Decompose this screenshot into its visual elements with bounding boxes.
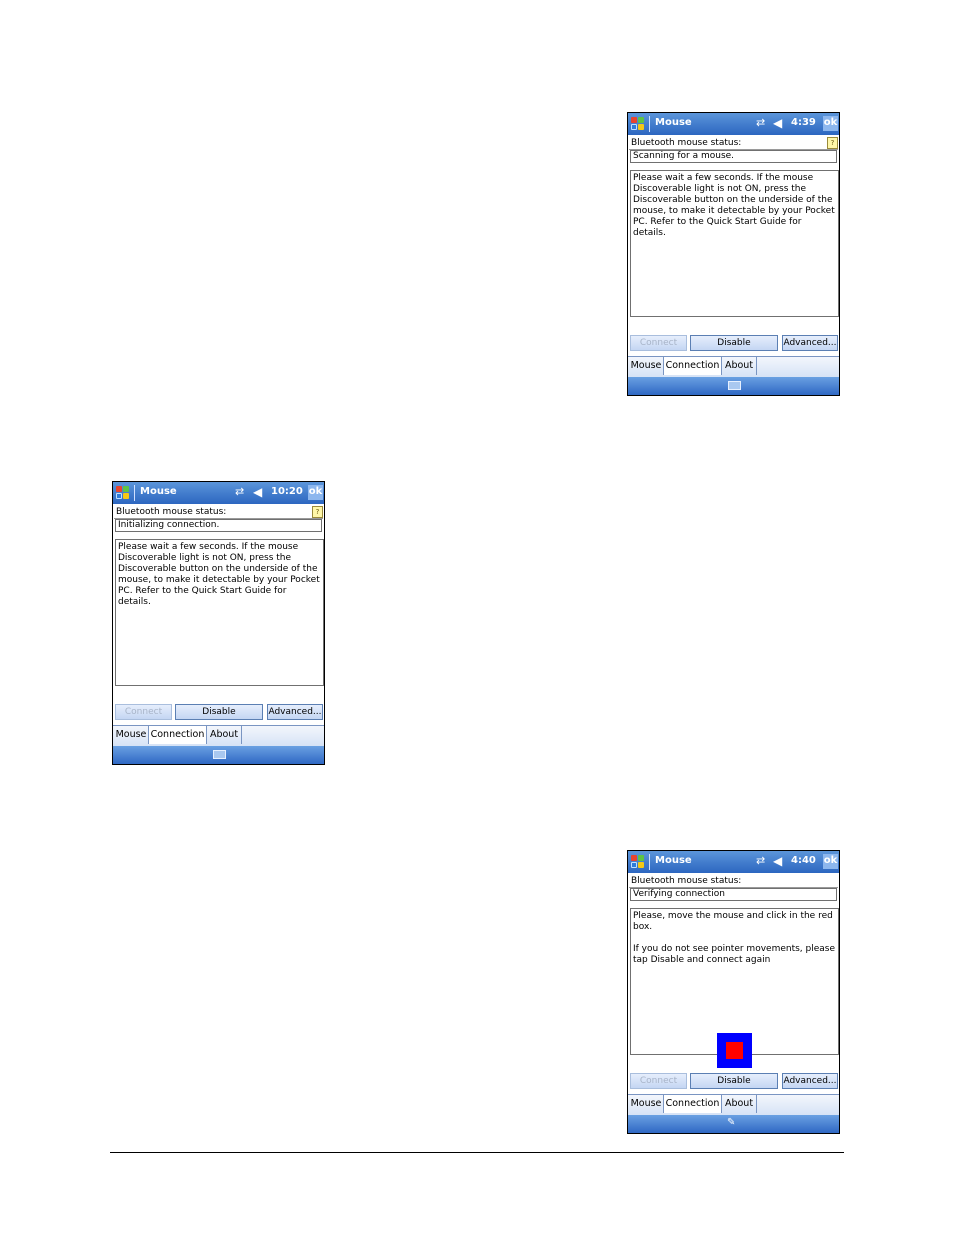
status-value: Scanning for a mouse. bbox=[630, 150, 837, 163]
speaker-muted-icon[interactable]: ◀ bbox=[773, 854, 782, 868]
tab-mouse[interactable]: Mouse bbox=[629, 1095, 664, 1113]
connect-button[interactable]: Connect bbox=[630, 1073, 687, 1089]
windows-start-icon[interactable] bbox=[630, 854, 646, 870]
ok-button[interactable]: ok bbox=[823, 854, 838, 869]
tab-connection[interactable]: Connection bbox=[664, 1095, 722, 1113]
title-bar: Mouse ⇄ ◀ 4:40 ok bbox=[628, 851, 839, 873]
click-target-center[interactable] bbox=[726, 1042, 743, 1059]
disable-button[interactable]: Disable bbox=[690, 1073, 778, 1089]
ok-button[interactable]: ok bbox=[823, 116, 838, 131]
advanced-button[interactable]: Advanced... bbox=[782, 335, 838, 351]
clock[interactable]: 10:20 bbox=[271, 486, 303, 497]
keyboard-icon[interactable] bbox=[728, 381, 741, 390]
status-label: Bluetooth mouse status: bbox=[631, 138, 742, 148]
input-bar: ✎ bbox=[628, 1115, 839, 1133]
status-value: Initializing connection. bbox=[115, 519, 322, 532]
tab-bar: Mouse Connection About bbox=[113, 725, 324, 746]
disable-button[interactable]: Disable bbox=[690, 335, 778, 351]
title-bar: Mouse ⇄ ◀ 10:20 ok bbox=[113, 482, 324, 504]
message-box: Please wait a few seconds. If the mouse … bbox=[630, 170, 839, 317]
title-separator bbox=[134, 485, 135, 501]
status-label: Bluetooth mouse status: bbox=[116, 507, 227, 517]
tab-connection[interactable]: Connection bbox=[664, 357, 722, 375]
tab-connection[interactable]: Connection bbox=[149, 726, 207, 744]
input-bar bbox=[628, 377, 839, 395]
click-target-box[interactable] bbox=[717, 1033, 752, 1068]
app-title: Mouse bbox=[140, 486, 177, 497]
message-text-2: If you do not see pointer movements, ple… bbox=[633, 944, 836, 965]
speaker-muted-icon[interactable]: ◀ bbox=[253, 485, 262, 499]
status-value: Verifying connection bbox=[630, 888, 837, 901]
input-bar bbox=[113, 746, 324, 764]
help-icon[interactable]: ? bbox=[827, 137, 838, 149]
pen-input-icon[interactable]: ✎ bbox=[727, 1117, 735, 1128]
windows-start-icon[interactable] bbox=[630, 116, 646, 132]
speaker-muted-icon[interactable]: ◀ bbox=[773, 116, 782, 130]
connect-button[interactable]: Connect bbox=[630, 335, 687, 351]
page-footer-rule bbox=[110, 1152, 844, 1153]
ok-button[interactable]: ok bbox=[308, 485, 323, 500]
tab-bar: Mouse Connection About bbox=[628, 1094, 839, 1115]
tab-bar: Mouse Connection About bbox=[628, 356, 839, 377]
tab-about[interactable]: About bbox=[722, 1095, 757, 1113]
tab-mouse[interactable]: Mouse bbox=[629, 357, 664, 375]
disable-button[interactable]: Disable bbox=[175, 704, 263, 720]
sync-arrows-icon[interactable]: ⇄ bbox=[756, 117, 765, 129]
advanced-button[interactable]: Advanced... bbox=[267, 704, 323, 720]
pocketpc-screen-scanning: Mouse ⇄ ◀ 4:39 ok Bluetooth mouse status… bbox=[627, 112, 840, 396]
help-icon[interactable]: ? bbox=[312, 506, 323, 518]
title-separator bbox=[649, 116, 650, 132]
status-label: Bluetooth mouse status: bbox=[631, 876, 742, 886]
message-text: Please, move the mouse and click in the … bbox=[633, 911, 833, 932]
sync-arrows-icon[interactable]: ⇄ bbox=[235, 486, 244, 498]
message-text: Please wait a few seconds. If the mouse … bbox=[118, 542, 320, 607]
clock[interactable]: 4:39 bbox=[791, 117, 823, 128]
clock[interactable]: 4:40 bbox=[791, 855, 823, 866]
app-title: Mouse bbox=[655, 855, 692, 866]
advanced-button[interactable]: Advanced... bbox=[782, 1073, 838, 1089]
sync-arrows-icon[interactable]: ⇄ bbox=[756, 855, 765, 867]
app-title: Mouse bbox=[655, 117, 692, 128]
pocketpc-screen-verifying: Mouse ⇄ ◀ 4:40 ok Bluetooth mouse status… bbox=[627, 850, 840, 1134]
tab-about[interactable]: About bbox=[207, 726, 242, 744]
tab-about[interactable]: About bbox=[722, 357, 757, 375]
pocketpc-screen-initializing: Mouse ⇄ ◀ 10:20 ok Bluetooth mouse statu… bbox=[112, 481, 325, 765]
message-box: Please wait a few seconds. If the mouse … bbox=[115, 539, 324, 686]
connect-button[interactable]: Connect bbox=[115, 704, 172, 720]
windows-start-icon[interactable] bbox=[115, 485, 131, 501]
title-separator bbox=[649, 854, 650, 870]
tab-mouse[interactable]: Mouse bbox=[114, 726, 149, 744]
message-text: Please wait a few seconds. If the mouse … bbox=[633, 173, 835, 238]
keyboard-icon[interactable] bbox=[213, 750, 226, 759]
title-bar: Mouse ⇄ ◀ 4:39 ok bbox=[628, 113, 839, 135]
